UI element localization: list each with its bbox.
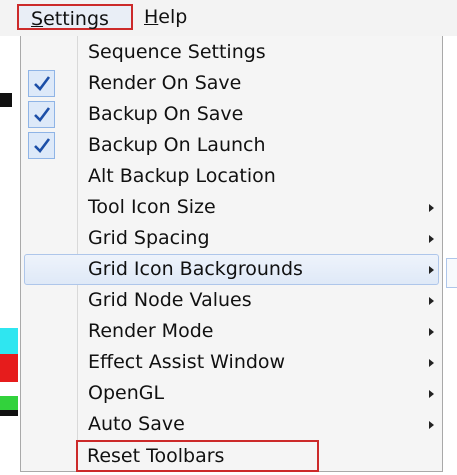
background-dark-mark [0, 93, 12, 107]
menu-item-label: Backup On Launch [88, 134, 266, 156]
menu-item-render-mode[interactable]: Render Mode [24, 316, 439, 347]
menu-item-tool-icon-size[interactable]: Tool Icon Size [24, 192, 439, 223]
menu-item-label: Sequence Settings [88, 41, 266, 63]
menu-item-label: Effect Assist Window [88, 351, 286, 373]
submenu-arrow-icon [429, 266, 434, 274]
menu-item-render-on-save[interactable]: Render On Save [24, 68, 439, 99]
checkmark-icon [28, 132, 55, 159]
menu-item-label: Alt Backup Location [88, 165, 276, 187]
checkmark-icon [28, 101, 55, 128]
menu-item-label: Grid Node Values [88, 289, 252, 311]
menu-item-label: Grid Icon Backgrounds [88, 258, 303, 280]
submenu-panel-edge [446, 258, 457, 288]
menu-item-label: Render Mode [88, 320, 214, 342]
menu-item-grid-icon-backgrounds[interactable]: Grid Icon Backgrounds [24, 254, 439, 285]
background-red-block [0, 354, 18, 382]
submenu-arrow-icon [429, 235, 434, 243]
menu-item-label: OpenGL [88, 382, 165, 404]
background-green-block [0, 396, 18, 410]
background-dark-block [0, 410, 18, 416]
menu-item-label: Render On Save [88, 72, 242, 94]
help-label-rest: elp [158, 6, 188, 28]
submenu-arrow-icon [429, 359, 434, 367]
submenu-arrow-icon [429, 421, 434, 429]
menu-item-label: Tool Icon Size [88, 196, 216, 218]
help-mnemonic: H [144, 6, 159, 28]
menu-item-backup-on-launch[interactable]: Backup On Launch [24, 130, 439, 161]
menu-item-opengl[interactable]: OpenGL [24, 378, 439, 409]
settings-label-rest: ettings [43, 8, 109, 30]
menu-help[interactable]: Help [140, 4, 228, 30]
settings-dropdown-menu: Sequence Settings Render On Save Backup … [20, 36, 443, 472]
submenu-arrow-icon [429, 204, 434, 212]
menu-item-auto-save[interactable]: Auto Save [24, 409, 439, 440]
menu-item-label: Auto Save [88, 413, 185, 435]
menu-item-sequence-settings[interactable]: Sequence Settings [24, 37, 439, 68]
submenu-arrow-icon [429, 390, 434, 398]
app-window: Settings Help Sequence Settings Render O… [0, 0, 457, 475]
submenu-arrow-icon [429, 297, 434, 305]
menu-item-effect-assist-window[interactable]: Effect Assist Window [24, 347, 439, 378]
menu-item-reset-toolbars[interactable]: Reset Toolbars [76, 440, 319, 472]
menu-bar: Settings Help [0, 0, 457, 36]
background-cyan-block [0, 328, 18, 354]
menu-item-backup-on-save[interactable]: Backup On Save [24, 99, 439, 130]
menu-item-grid-node-values[interactable]: Grid Node Values [24, 285, 439, 316]
menu-item-alt-backup-location[interactable]: Alt Backup Location [24, 161, 439, 192]
menu-item-label: Backup On Save [88, 103, 244, 125]
menu-settings[interactable]: Settings [17, 4, 133, 30]
menu-item-grid-spacing[interactable]: Grid Spacing [24, 223, 439, 254]
menu-item-label: Reset Toolbars [87, 445, 225, 467]
settings-mnemonic: S [31, 8, 44, 30]
checkmark-icon [28, 70, 55, 97]
submenu-arrow-icon [429, 328, 434, 336]
menu-item-label: Grid Spacing [88, 227, 210, 249]
